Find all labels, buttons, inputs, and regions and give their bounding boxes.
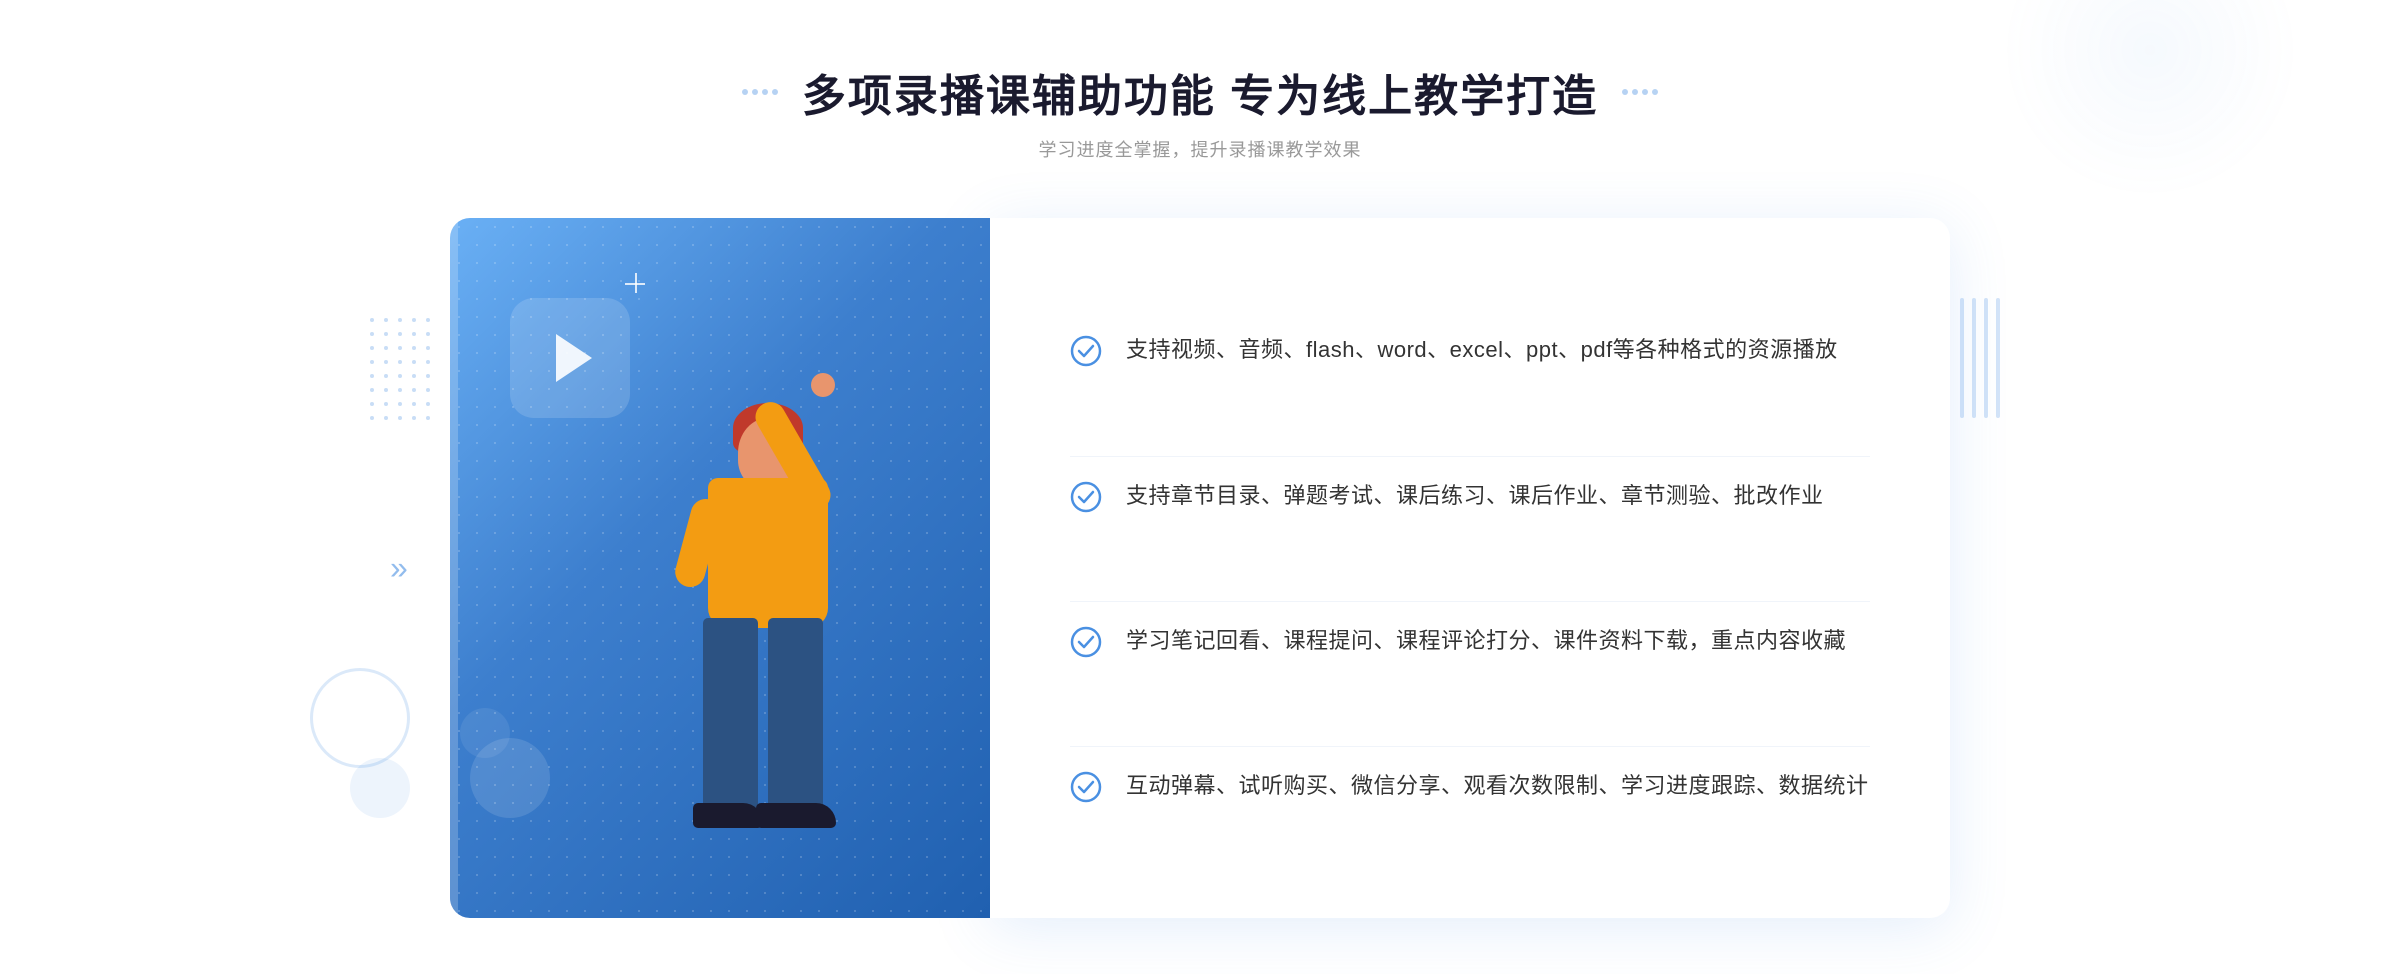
feature-item-2: 支持章节目录、弹题考试、课后练习、课后作业、章节测验、批改作业	[1070, 456, 1870, 534]
title-dots-left	[742, 89, 778, 95]
illustration-panel	[450, 218, 990, 918]
figure-pants-right	[768, 618, 823, 818]
check-icon-4	[1070, 771, 1102, 803]
check-icon-1	[1070, 335, 1102, 367]
play-icon	[556, 334, 592, 382]
feature-text-4: 互动弹幕、试听购买、微信分享、观看次数限制、学习进度跟踪、数据统计	[1126, 767, 1869, 804]
bg-decoration	[2000, 0, 2300, 200]
page-header: 多项录播课辅助功能 专为线上教学打造 学习进度全掌握，提升录播课教学效果	[742, 60, 1658, 162]
chevron-icon: »	[390, 550, 408, 587]
blue-stripe-decoration	[450, 218, 458, 918]
page-subtitle: 学习进度全掌握，提升录播课教学效果	[1038, 136, 1361, 162]
deco-circle-2	[460, 708, 510, 758]
title-dots-right	[1622, 89, 1658, 95]
outer-dots-decoration	[370, 318, 434, 424]
figure-illustration	[608, 358, 888, 918]
outer-circle-decoration-1	[310, 668, 410, 768]
striped-decoration	[1960, 298, 2010, 418]
feature-item-3: 学习笔记回看、课程提问、课程评论打分、课件资料下载，重点内容收藏	[1070, 601, 1870, 679]
check-icon-2	[1070, 481, 1102, 513]
feature-text-2: 支持章节目录、弹题考试、课后练习、课后作业、章节测验、批改作业	[1126, 477, 1824, 514]
left-chevrons: »	[390, 550, 408, 587]
figure-pants-left	[703, 618, 758, 818]
main-content: »	[450, 218, 1950, 918]
figure-hand-right	[811, 373, 835, 397]
feature-item-4: 互动弹幕、试听购买、微信分享、观看次数限制、学习进度跟踪、数据统计	[1070, 746, 1870, 824]
figure-torso	[708, 478, 828, 628]
figure-shoe-right	[756, 803, 836, 828]
feature-text-3: 学习笔记回看、课程提问、课程评论打分、课件资料下载，重点内容收藏	[1126, 622, 1846, 659]
check-icon-3	[1070, 626, 1102, 658]
figure-shoe-left	[693, 803, 763, 828]
page-title: 多项录播课辅助功能 专为线上教学打造	[802, 60, 1598, 124]
outer-circle-decoration-2	[350, 758, 410, 818]
feature-text-1: 支持视频、音频、flash、word、excel、ppt、pdf等各种格式的资源…	[1126, 331, 1838, 368]
title-row: 多项录播课辅助功能 专为线上教学打造	[742, 60, 1658, 124]
feature-item-1: 支持视频、音频、flash、word、excel、ppt、pdf等各种格式的资源…	[1070, 311, 1870, 388]
features-panel: 支持视频、音频、flash、word、excel、ppt、pdf等各种格式的资源…	[990, 218, 1950, 918]
